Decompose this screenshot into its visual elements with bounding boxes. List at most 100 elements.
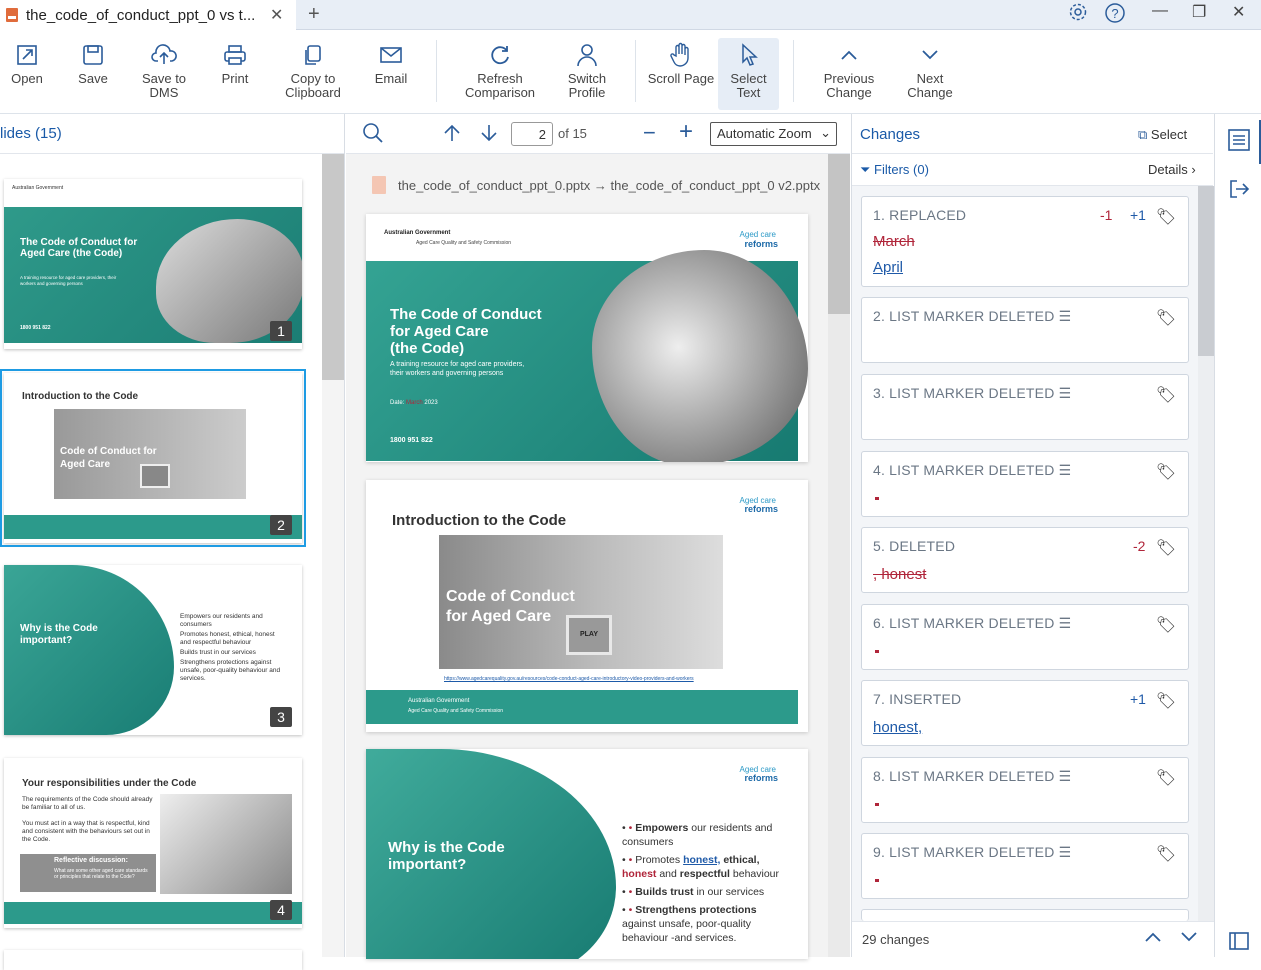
change-card-7[interactable]: 7. INSERTED +1 🏷 honest, (861, 680, 1189, 746)
svg-text:?: ? (1111, 6, 1118, 21)
print-button[interactable]: Print (199, 38, 271, 86)
thumb4-title: Your responsibilities under the Code (22, 778, 197, 789)
zoom-out-icon[interactable]: − (643, 120, 656, 146)
save-button[interactable]: Save (57, 38, 129, 86)
arrow-down-icon[interactable] (479, 123, 499, 148)
tag-icon[interactable]: 🏷 (1156, 385, 1176, 405)
open-label: Open (11, 71, 43, 86)
deletion-count: -1 (1100, 207, 1113, 223)
thumb2-footer (4, 515, 302, 539)
intro-video[interactable]: Code of Conduct for Aged Care PLAY (439, 535, 723, 669)
slide-thumbnail-5[interactable] (4, 950, 302, 970)
new-tab-icon[interactable]: + (308, 3, 320, 26)
video-link[interactable]: https://www.agedcarequality.gov.au/resou… (444, 676, 694, 682)
zoom-in-icon[interactable]: + (679, 118, 693, 146)
slides-scrollbar[interactable] (322, 154, 344, 957)
filters-button[interactable]: ⏷ Filters (0) (860, 162, 929, 178)
tag-icon[interactable]: 🏷 (1156, 844, 1176, 864)
deleted-marker (875, 803, 879, 806)
switch-profile-button[interactable]: Switch Profile (551, 38, 623, 100)
help-icon[interactable]: ? (1104, 2, 1126, 29)
viewer-scrollbar[interactable] (828, 154, 850, 957)
thumb1-title: The Code of Conduct for Aged Care (the C… (20, 237, 138, 259)
email-button[interactable]: Email (355, 38, 427, 86)
next-change-button[interactable]: Next Change (894, 38, 966, 100)
refresh-icon (462, 38, 538, 72)
slide2-footer: Australian Government Aged Care Quality … (366, 690, 798, 724)
change-card-1[interactable]: 1. REPLACED -1 +1 🏷 March April (861, 196, 1189, 287)
play-button[interactable]: PLAY (566, 615, 612, 655)
change-card-2[interactable]: 2. LIST MARKER DELETED ☰ 🏷 (861, 297, 1189, 363)
bullet-4: • • Strengthens protections against unsa… (622, 904, 757, 944)
slide-thumbnail-2[interactable]: Introduction to the Code Code of Conduct… (0, 369, 306, 547)
chevron-down-icon[interactable] (1180, 930, 1198, 949)
change-card-4[interactable]: 4. LIST MARKER DELETED ☰ 🏷 (861, 451, 1189, 517)
zoom-select[interactable]: Automatic Zoom ⌄ (710, 122, 837, 146)
copy-icon (277, 38, 349, 72)
select-changes-button[interactable]: ⧉ Select (1138, 127, 1187, 143)
select-icon: ⧉ (1138, 127, 1148, 142)
window-close-icon[interactable]: ✕ (1232, 2, 1245, 22)
inserted-text: honest, (873, 719, 923, 736)
page-number-input[interactable]: 2 (511, 122, 553, 146)
arrow-up-icon[interactable] (442, 123, 462, 148)
slide-thumbnail-3[interactable]: Why is the Code important? Empowers our … (4, 565, 302, 735)
slide-thumbnail-4[interactable]: Your responsibilities under the Code The… (4, 758, 302, 928)
tag-icon[interactable]: 🏷 (1156, 207, 1176, 227)
slide1-date: Date: March 2023 (390, 400, 438, 406)
change-card-9[interactable]: 9. LIST MARKER DELETED ☰ 🏷 (861, 833, 1189, 899)
page-count: of 15 (558, 126, 587, 141)
tag-icon[interactable]: 🏷 (1156, 691, 1176, 711)
tag-icon[interactable]: 🏷 (1156, 615, 1176, 635)
change-card-8[interactable]: 8. LIST MARKER DELETED ☰ 🏷 (861, 757, 1189, 823)
bullet-3: • • Builds trust in our services (622, 886, 765, 898)
change-card-5[interactable]: 5. DELETED -2 🏷 , honest (861, 527, 1189, 593)
side-rail (1214, 114, 1261, 957)
previous-change-button[interactable]: Previous Change (813, 38, 885, 100)
change-card-3[interactable]: 3. LIST MARKER DELETED ☰ 🏷 (861, 374, 1189, 440)
changes-title: Changes (860, 126, 921, 143)
tag-icon[interactable]: 🏷 (1156, 308, 1176, 328)
filters-bar: ⏷ Filters (0) Details › (852, 154, 1213, 186)
change-card-10[interactable] (861, 909, 1189, 921)
slides-header: lides (15) (0, 114, 344, 154)
refresh-label: Refresh Comparison (464, 71, 536, 100)
slide-number-badge: 3 (270, 707, 292, 727)
tag-icon[interactable]: 🏷 (1156, 462, 1176, 482)
aged-care-reforms-logo: Aged care (739, 230, 776, 239)
deleted-text: , honest (873, 566, 927, 583)
slide2-title: Introduction to the Code (392, 512, 567, 529)
email-icon (355, 38, 427, 72)
changes-scrollbar[interactable] (1198, 186, 1214, 921)
details-button[interactable]: Details › (1148, 162, 1196, 177)
refresh-comparison-button[interactable]: Refresh Comparison (462, 38, 538, 100)
comparison-file-names: the_code_of_conduct_ppt_0.pptx → the_cod… (398, 178, 821, 193)
slide-thumbnail-1[interactable]: Australian Government The Code of Conduc… (4, 179, 302, 349)
minimize-icon[interactable]: — (1152, 2, 1168, 20)
open-button[interactable]: Open (0, 38, 63, 86)
chevron-up-icon[interactable] (1144, 930, 1162, 949)
change-card-6[interactable]: 6. LIST MARKER DELETED ☰ 🏷 (861, 604, 1189, 670)
scroll-page-button[interactable]: Scroll Page (645, 38, 717, 86)
select-text-button[interactable]: Select Text (718, 38, 779, 110)
tab-title: the_code_of_conduct_ppt_0 vs t... (26, 6, 256, 24)
restore-icon[interactable]: ❐ (1192, 2, 1206, 22)
slide3-title: Why is the Code important? (388, 839, 505, 873)
chevron-up-icon (813, 38, 885, 72)
tag-icon[interactable]: 🏷 (1156, 768, 1176, 788)
slide3-bullets: • • Empowers our residents and consumers… (622, 821, 792, 945)
export-icon[interactable] (1228, 178, 1250, 205)
document-tab[interactable]: the_code_of_conduct_ppt_0 vs t... ✕ (0, 0, 296, 30)
save-to-dms-button[interactable]: Save to DMS (128, 38, 200, 100)
search-icon[interactable] (362, 122, 384, 149)
gear-icon[interactable] (1068, 2, 1088, 27)
list-icon: ☰ (1058, 462, 1072, 478)
changes-list-icon[interactable] (1227, 128, 1251, 157)
copy-to-clipboard-button[interactable]: Copy to Clipboard (277, 38, 349, 100)
tag-icon[interactable]: 🏷 (1156, 538, 1176, 558)
deleted-text: March (873, 233, 915, 250)
gov-logo: Australian Government (384, 230, 451, 236)
panel-toggle-icon[interactable] (1229, 932, 1249, 955)
ribbon-toolbar: Open Save Save to DMS Print Copy to Clip… (0, 30, 1261, 140)
close-tab-icon[interactable]: ✕ (270, 5, 283, 25)
